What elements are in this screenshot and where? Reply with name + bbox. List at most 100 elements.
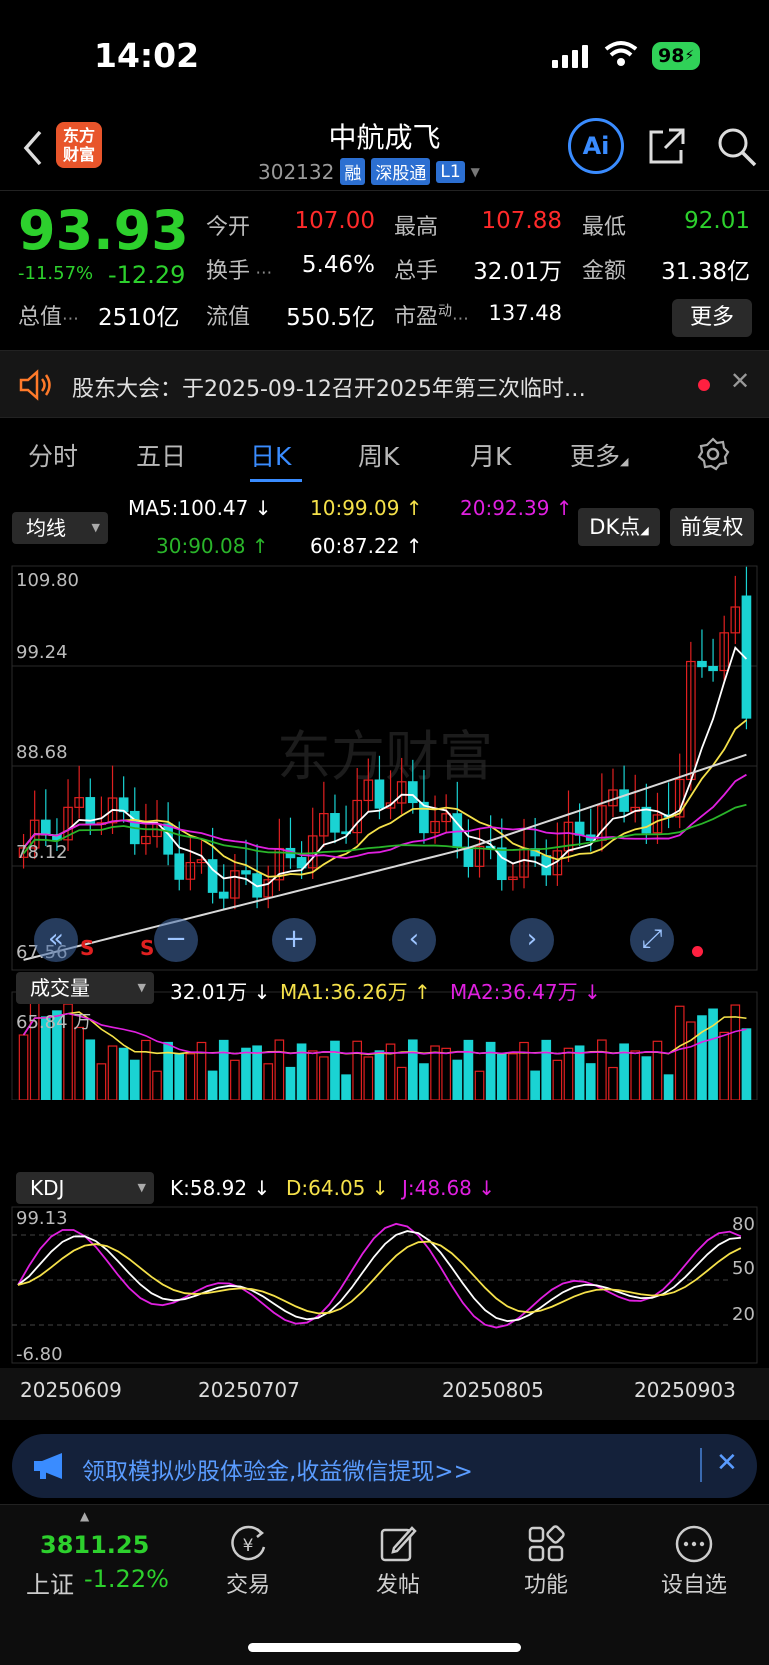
volume-bar — [419, 1063, 429, 1100]
volume-ma1-line — [22, 1011, 747, 1056]
volume-bar — [508, 1053, 518, 1100]
price-axis-2: 99.24 — [16, 642, 68, 663]
scroll-start-button[interactable]: « — [34, 918, 78, 962]
nav-trade[interactable]: ¥ 交易 — [198, 1521, 298, 1599]
volume-bar — [585, 1063, 596, 1100]
turnover-label[interactable]: 换手 ⋯ — [206, 253, 272, 285]
volume-label: 总手 — [394, 259, 439, 284]
volume-bar — [597, 1039, 607, 1100]
promo-banner[interactable]: 领取模拟炒股体验金,收益微信提现>> ✕ — [12, 1434, 757, 1498]
volume-bar — [652, 1040, 663, 1100]
volume-bar — [730, 1004, 741, 1100]
kline-chart[interactable]: 东方财富 — [0, 560, 769, 1100]
volume-bar — [152, 1070, 162, 1100]
tab-five-day[interactable]: 五日 — [136, 437, 186, 473]
index-name[interactable]: 上证 — [26, 1565, 74, 1600]
index-change[interactable]: -1.22% — [84, 1565, 169, 1593]
scroll-right-button[interactable]: › — [510, 918, 554, 962]
indicator-select-kdj[interactable]: KDJ — [16, 1172, 154, 1204]
pe-label[interactable]: 市盈动⋯ — [394, 299, 469, 331]
mktcap-label[interactable]: 总值⋯ — [18, 299, 79, 331]
volume-bar — [485, 1041, 496, 1100]
adjust-button[interactable]: 前复权 — [670, 508, 754, 546]
nav-label: 功能 — [523, 1573, 568, 1598]
tag-connect: 深股通 — [371, 158, 431, 185]
svg-text:¥: ¥ — [243, 1536, 254, 1556]
active-tab-indicator — [250, 479, 302, 482]
tab-intraday[interactable]: 分时 — [28, 437, 78, 473]
ma10-value: 10:99.09 ↑ — [310, 496, 423, 520]
search-icon[interactable] — [716, 126, 758, 168]
volume-bar — [719, 1031, 730, 1100]
tab-daily-k[interactable]: 日K — [250, 437, 291, 473]
volume-bar — [374, 1050, 385, 1100]
nav-post[interactable]: 发帖 — [348, 1521, 448, 1599]
volume-bar — [18, 1034, 29, 1100]
indicator-select-volume[interactable]: 成交量 — [16, 972, 154, 1004]
dk-point-button[interactable]: DK点◢ — [578, 508, 660, 546]
candle-body — [330, 813, 340, 833]
close-icon[interactable]: ✕ — [730, 367, 750, 395]
more-button[interactable]: 更多 — [672, 299, 752, 337]
speaker-icon — [19, 369, 51, 401]
candle-body — [118, 797, 129, 813]
low-value: 92.01 — [684, 208, 750, 234]
date-label: 20250609 — [20, 1378, 122, 1402]
volume-bar — [441, 1047, 451, 1100]
volume-bar — [608, 1066, 618, 1100]
candle-body — [218, 891, 229, 899]
volume-bar — [563, 1047, 574, 1100]
volume-bar — [663, 1074, 674, 1100]
tab-monthly-k[interactable]: 月K — [470, 437, 511, 473]
nav-functions[interactable]: 功能 — [496, 1521, 596, 1599]
edit-icon — [380, 1526, 417, 1562]
sell-mark: S — [80, 936, 95, 960]
kdj-chart[interactable] — [0, 1205, 769, 1365]
volume-bar — [96, 1063, 107, 1100]
caret-up-icon: ▲ — [80, 1509, 90, 1523]
more-dots-icon — [675, 1525, 713, 1563]
nav-watchlist[interactable]: 设自选 — [644, 1521, 744, 1599]
kdj-d-line — [17, 1240, 742, 1315]
volume-bar — [396, 1066, 407, 1100]
ai-button[interactable]: Ai — [568, 118, 624, 174]
candle-body — [174, 853, 185, 880]
change-amount: -12.29 — [108, 261, 186, 289]
volume-bar — [496, 1053, 507, 1100]
volume-bar — [463, 1039, 474, 1100]
share-icon[interactable] — [647, 126, 687, 166]
volume-bar — [541, 1039, 552, 1100]
indicator-select-ma[interactable]: 均线 — [12, 512, 108, 544]
high-label: 最高 — [394, 215, 439, 240]
stock-code-line: 302132 融 深股通 L1 ▼ — [258, 158, 480, 185]
zoom-out-button[interactable]: − — [154, 918, 198, 962]
tab-weekly-k[interactable]: 周K — [358, 437, 399, 473]
ma5-value: MA5:100.47 ↓ — [128, 496, 272, 520]
mktcap-value: 2510亿 — [98, 305, 180, 331]
change-percent: -11.57% — [18, 263, 94, 284]
high-value: 107.88 — [481, 208, 562, 234]
volume-bar — [519, 1041, 529, 1100]
candle-body — [163, 823, 173, 855]
fullscreen-button[interactable]: ⤢ — [630, 918, 674, 962]
volume-bar — [352, 1040, 363, 1100]
tab-more[interactable]: 更多◢ — [570, 437, 628, 473]
volume-bar — [285, 1066, 296, 1100]
nav-label: 交易 — [225, 1573, 270, 1598]
bottom-bar: ▲ 3811.25 上证 -1.22% ¥ 交易 发帖 功能 设自选 — [0, 1504, 769, 1665]
index-value[interactable]: 3811.25 — [40, 1531, 149, 1559]
volume-bar — [552, 1059, 563, 1100]
settings-icon[interactable] — [696, 437, 730, 471]
kdj-panel-frame — [11, 1206, 758, 1364]
zoom-in-button[interactable]: + — [272, 918, 316, 962]
volume-bar — [330, 1040, 340, 1100]
megaphone-icon — [34, 1453, 62, 1479]
volume-bar — [307, 1050, 318, 1100]
low-label: 最低 — [582, 215, 627, 240]
close-icon[interactable]: ✕ — [716, 1448, 738, 1478]
sell-mark: S — [140, 936, 155, 960]
notice-bar[interactable]: 股东大会：于2025-09-12召开2025年第三次临时… ✕ — [0, 350, 769, 418]
chevron-down-icon[interactable]: ▼ — [471, 165, 480, 179]
scroll-left-button[interactable]: ‹ — [392, 918, 436, 962]
period-tabs: 分时 五日 日K 周K 月K 更多◢ — [0, 425, 769, 485]
